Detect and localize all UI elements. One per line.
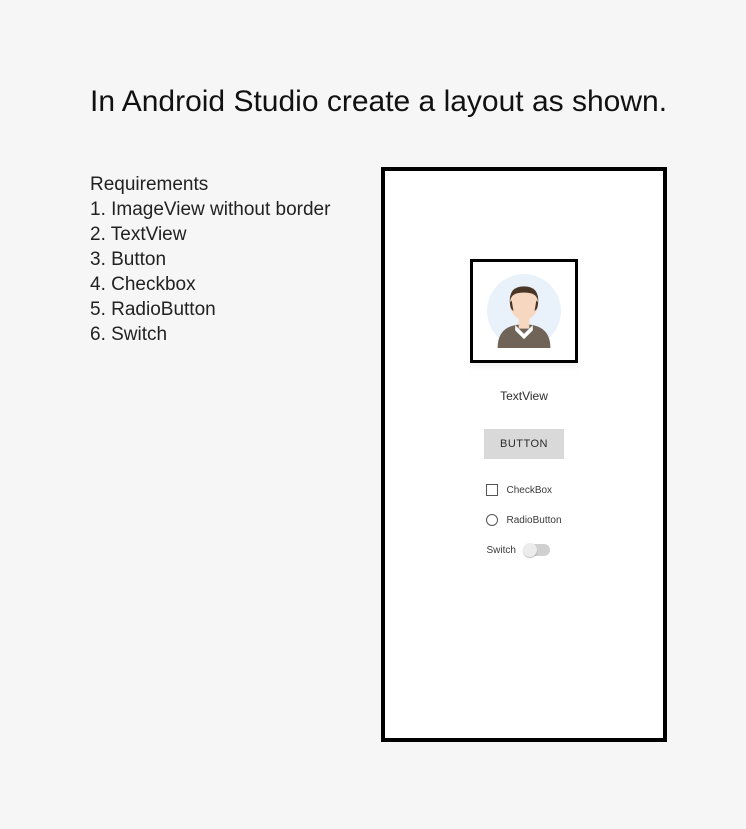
requirements-heading: Requirements — [90, 172, 330, 197]
phone-content: TextView BUTTON CheckBox RadioButton Swi… — [385, 171, 663, 738]
checkbox-label: CheckBox — [506, 485, 552, 496]
requirement-item: 3. Button — [90, 247, 330, 272]
requirement-item: 2. TextView — [90, 222, 330, 247]
radio-icon — [486, 514, 498, 526]
checkbox-icon — [486, 484, 498, 496]
phone-mockup-frame: TextView BUTTON CheckBox RadioButton Swi… — [381, 167, 667, 742]
requirement-item: 4. Checkbox — [90, 272, 330, 297]
controls-group: CheckBox RadioButton Switch — [486, 484, 561, 556]
requirements-list: Requirements 1. ImageView without border… — [90, 172, 330, 348]
page-title: In Android Studio create a layout as sho… — [90, 85, 667, 119]
switch-control[interactable]: Switch — [486, 544, 549, 556]
requirement-item: 6. Switch — [90, 322, 330, 347]
button[interactable]: BUTTON — [484, 429, 564, 459]
requirement-item: 5. RadioButton — [90, 297, 330, 322]
checkbox-control[interactable]: CheckBox — [486, 484, 552, 496]
requirement-item: 1. ImageView without border — [90, 197, 330, 222]
radio-control[interactable]: RadioButton — [486, 514, 561, 526]
switch-track-icon — [524, 544, 550, 556]
text-view: TextView — [500, 389, 548, 403]
image-view — [470, 259, 578, 363]
radio-label: RadioButton — [506, 515, 561, 526]
avatar-icon — [480, 267, 568, 355]
switch-label: Switch — [486, 545, 515, 556]
switch-thumb-icon — [523, 543, 537, 557]
